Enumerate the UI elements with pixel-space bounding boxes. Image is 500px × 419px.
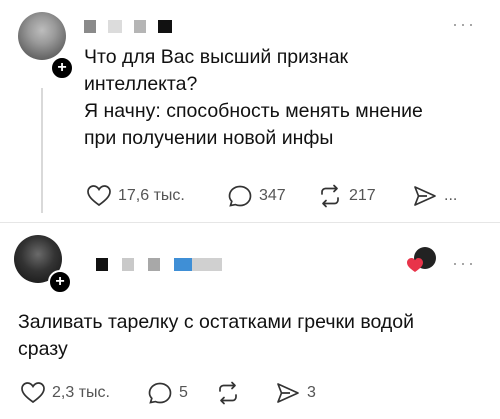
repost-button[interactable] bbox=[215, 381, 247, 405]
share-button[interactable]: 3 bbox=[275, 381, 316, 405]
share-count: 3 bbox=[307, 384, 316, 401]
comment-icon bbox=[148, 382, 172, 404]
redaction-block bbox=[134, 20, 146, 33]
repost-icon bbox=[321, 184, 339, 208]
post-divider bbox=[0, 222, 500, 223]
redaction-block bbox=[148, 258, 160, 271]
redaction-block bbox=[158, 20, 172, 33]
post-text: Заливать тарелку с остатками гречки водо… bbox=[18, 309, 488, 363]
thread-line bbox=[41, 88, 43, 213]
repost-button[interactable]: 217 bbox=[317, 184, 376, 208]
post-text-line: Что для Вас высший признак bbox=[84, 46, 349, 68]
repost-count: 217 bbox=[349, 187, 376, 204]
post-text-line: Заливать тарелку с остатками гречки водо… bbox=[18, 311, 415, 333]
post-text-line: Я начну: способность менять мнение bbox=[84, 100, 423, 122]
comment-icon bbox=[228, 185, 252, 207]
like-button[interactable]: 17,6 тыс. bbox=[86, 184, 185, 208]
share-button[interactable]: ... bbox=[412, 184, 457, 208]
author-avatar[interactable] bbox=[18, 12, 66, 60]
send-icon bbox=[277, 383, 299, 403]
post-text-line: интеллекта? bbox=[84, 73, 198, 95]
redacted-username bbox=[96, 258, 222, 271]
like-count: 17,6 тыс. bbox=[118, 187, 185, 204]
repost-icon bbox=[219, 381, 237, 405]
redaction-block bbox=[84, 20, 96, 33]
post-text-line: сразу bbox=[18, 338, 68, 360]
comment-count: 347 bbox=[259, 187, 286, 204]
comment-button[interactable]: 347 bbox=[227, 184, 286, 208]
comment-button[interactable]: 5 bbox=[147, 381, 188, 405]
post-text-line: при получении новой инфы bbox=[84, 127, 334, 149]
more-options-icon[interactable]: ··· bbox=[452, 253, 476, 274]
redaction-block bbox=[122, 258, 134, 271]
redacted-username bbox=[84, 20, 172, 33]
heart-icon bbox=[87, 185, 111, 207]
redaction-block bbox=[108, 20, 122, 33]
comment-count: 5 bbox=[179, 384, 188, 401]
heart-icon bbox=[21, 382, 45, 404]
follow-plus-icon[interactable]: + bbox=[50, 56, 74, 80]
reaction-badge bbox=[406, 247, 436, 277]
like-count: 2,3 тыс. bbox=[52, 384, 110, 401]
send-icon bbox=[414, 186, 436, 206]
more-options-icon[interactable]: ··· bbox=[452, 14, 476, 35]
redaction-block bbox=[96, 258, 108, 271]
like-button[interactable]: 2,3 тыс. bbox=[20, 381, 110, 405]
redaction-block bbox=[174, 258, 222, 271]
follow-plus-icon[interactable]: + bbox=[48, 270, 72, 294]
heart-badge-icon bbox=[407, 258, 423, 272]
share-count: ... bbox=[444, 187, 458, 204]
post-text: Что для Вас высший признак интеллекта? Я… bbox=[84, 44, 494, 152]
